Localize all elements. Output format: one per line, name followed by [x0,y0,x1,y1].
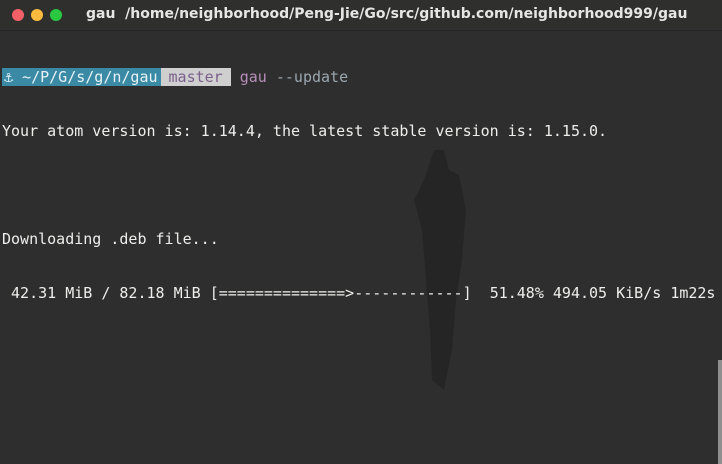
maximize-button[interactable] [50,9,62,21]
version-line: Your atom version is: 1.14.4, the latest… [2,122,608,140]
minimize-button[interactable] [31,9,43,21]
command-argument: --update [275,68,349,86]
terminal-output[interactable]: ⚓ ~/P/G/s/g/n/gau master gau --update You… [2,32,720,462]
prompt-line: ⚓ ~/P/G/s/g/n/gau master gau --update [2,68,720,86]
progress-line: 42.31 MiB / 82.18 MiB [==============>--… [2,284,720,302]
download-eta: 1m22s [670,284,716,302]
directory-path: ~/P/G/s/g/n/gau [22,68,158,86]
directory-segment: ⚓ ~/P/G/s/g/n/gau [2,68,161,86]
title-bar[interactable]: gau /home/neighborhood/Peng-Jie/Go/src/g… [0,0,722,31]
download-speed: 494.05 KiB/s [552,284,662,302]
close-button[interactable] [12,9,24,21]
scrollbar[interactable] [718,360,722,464]
window-title: gau /home/neighborhood/Peng-Jie/Go/src/g… [86,6,688,22]
download-line: Downloading .deb file... [2,230,219,248]
terminal-window: gau /home/neighborhood/Peng-Jie/Go/src/g… [0,0,722,464]
git-branch-segment: master [160,68,231,86]
progress-bar: [==============>------------] [209,284,472,302]
command-name: gau [239,68,267,86]
download-size: 42.31 MiB / 82.18 MiB [11,284,201,302]
anchor-icon: ⚓ [4,68,14,86]
progress-percent: 51.48% [489,284,544,302]
